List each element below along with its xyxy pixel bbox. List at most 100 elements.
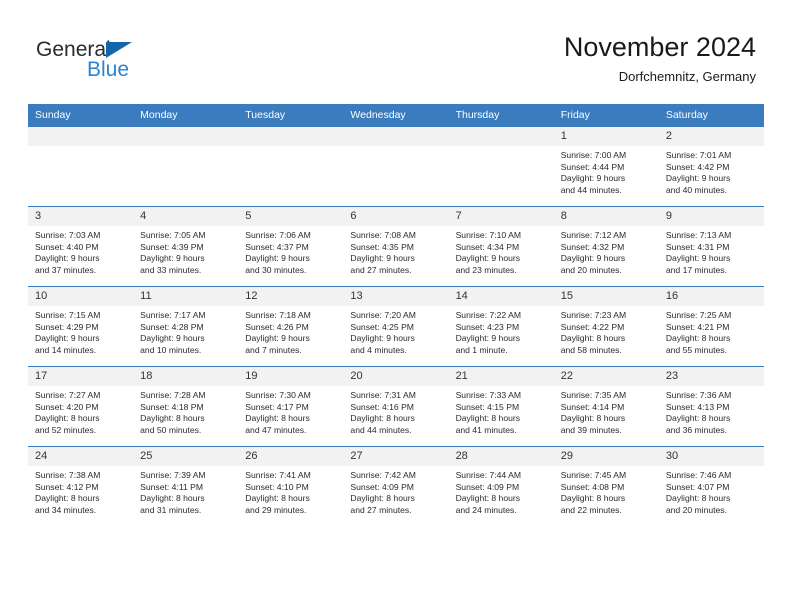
calendar-day-cell-inner: 8 Sunrise: 7:12 AM Sunset: 4:32 PM Daylight… <box>553 207 659 286</box>
day-details: Sunrise: 7:06 AM Sunset: 4:37 PM Daylight:… <box>238 226 343 276</box>
daylight-text: and 36 minutes. <box>665 424 727 435</box>
calendar-day-cell[interactable]: 18 Sunrise: 7:28 AM Sunset: 4:18 PM Dayligh… <box>133 366 239 447</box>
calendar-day-cell[interactable]: 12 Sunrise: 7:18 AM Sunset: 4:26 PM Dayligh… <box>238 286 344 367</box>
day-details: Sunrise: 7:36 AM Sunset: 4:13 PM Daylight:… <box>659 386 764 436</box>
day-details: Sunrise: 7:00 AM Sunset: 4:44 PM Daylight:… <box>554 146 659 196</box>
calendar-page: General Blue November 2024 Dorfchemnitz,… <box>0 0 792 612</box>
sunrise-text: Sunrise: 7:23 AM <box>560 310 627 320</box>
calendar-day-cell[interactable]: 23 Sunrise: 7:36 AM Sunset: 4:13 PM Dayligh… <box>658 366 764 447</box>
sunset-text: Sunset: 4:10 PM <box>245 481 309 492</box>
daylight-text: and 4 minutes. <box>350 344 407 355</box>
day-details: Sunrise: 7:25 AM Sunset: 4:21 PM Daylight:… <box>659 306 764 356</box>
daylight-text: and 47 minutes. <box>245 424 307 435</box>
sunset-text: Sunset: 4:42 PM <box>665 161 730 172</box>
sunrise-text: Sunrise: 7:35 AM <box>560 390 627 400</box>
sunset-text: Sunset: 4:08 PM <box>560 481 625 492</box>
sunset-text: Sunset: 4:18 PM <box>140 401 204 412</box>
day-number: 24 <box>28 447 134 466</box>
day-details: Sunrise: 7:33 AM Sunset: 4:15 PM Daylight:… <box>449 386 554 436</box>
day-number: 19 <box>238 367 344 386</box>
calendar-day-cell[interactable]: 24 Sunrise: 7:38 AM Sunset: 4:12 PM Dayligh… <box>28 446 134 526</box>
calendar-day-cell-inner: 12 Sunrise: 7:18 AM Sunset: 4:26 PM Dayligh… <box>238 287 344 366</box>
sunrise-text: Sunrise: 7:31 AM <box>350 390 416 400</box>
calendar-day-cell[interactable]: 7 Sunrise: 7:10 AM Sunset: 4:34 PM Daylight… <box>448 206 554 287</box>
day-details: Sunrise: 7:35 AM Sunset: 4:14 PM Daylight:… <box>554 386 659 436</box>
calendar-day-cell-empty <box>343 126 449 207</box>
calendar-day-cell[interactable]: 17 Sunrise: 7:27 AM Sunset: 4:20 PM Dayligh… <box>28 366 134 447</box>
calendar-day-cell[interactable]: 9 Sunrise: 7:13 AM Sunset: 4:31 PM Daylight… <box>658 206 764 287</box>
daylight-text: and 34 minutes. <box>35 504 97 515</box>
daylight-text: and 17 minutes. <box>665 264 727 275</box>
day-number: 6 <box>343 207 449 226</box>
calendar-day-cell[interactable]: 11 Sunrise: 7:17 AM Sunset: 4:28 PM Dayligh… <box>133 286 239 367</box>
calendar-day-cell[interactable]: 14 Sunrise: 7:22 AM Sunset: 4:23 PM Dayligh… <box>448 286 554 367</box>
daylight-text: and 55 minutes. <box>665 344 727 355</box>
daylight-text: Daylight: 8 hours <box>350 493 415 504</box>
day-number: 20 <box>343 367 449 386</box>
calendar-day-cell[interactable]: 28 Sunrise: 7:44 AM Sunset: 4:09 PM Dayligh… <box>448 446 554 526</box>
sunset-text: Sunset: 4:37 PM <box>245 241 309 252</box>
calendar-day-cell[interactable]: 6 Sunrise: 7:08 AM Sunset: 4:35 PM Daylight… <box>343 206 449 287</box>
day-details: Sunrise: 7:10 AM Sunset: 4:34 PM Daylight:… <box>449 226 554 276</box>
daylight-text: Daylight: 8 hours <box>665 413 731 424</box>
calendar-day-cell-inner: 14 Sunrise: 7:22 AM Sunset: 4:23 PM Dayligh… <box>448 287 554 366</box>
sunrise-text: Sunrise: 7:06 AM <box>245 230 311 240</box>
daylight-text: Daylight: 8 hours <box>140 493 205 504</box>
generalblue-logo[interactable]: General Blue <box>36 38 196 88</box>
calendar-day-cell[interactable]: 3 Sunrise: 7:03 AM Sunset: 4:40 PM Daylight… <box>28 206 134 287</box>
title-block: November 2024 Dorfchemnitz, Germany <box>276 30 756 87</box>
sunrise-text: Sunrise: 7:10 AM <box>455 230 522 240</box>
calendar-day-cell[interactable]: 2 Sunrise: 7:01 AM Sunset: 4:42 PM Daylight… <box>658 126 764 207</box>
page-subtitle: Dorfchemnitz, Germany <box>618 69 756 84</box>
calendar-day-cell-inner: 15 Sunrise: 7:23 AM Sunset: 4:22 PM Dayligh… <box>553 287 659 366</box>
day-details: Sunrise: 7:05 AM Sunset: 4:39 PM Daylight:… <box>133 226 238 276</box>
daylight-text: Daylight: 9 hours <box>140 253 205 264</box>
calendar-day-cell[interactable]: 29 Sunrise: 7:45 AM Sunset: 4:08 PM Dayligh… <box>553 446 659 526</box>
weekday-header-friday: Friday <box>553 104 659 127</box>
sunset-text: Sunset: 4:20 PM <box>35 401 99 412</box>
daylight-text: Daylight: 8 hours <box>245 493 310 504</box>
calendar-day-cell[interactable]: 21 Sunrise: 7:33 AM Sunset: 4:15 PM Dayligh… <box>448 366 554 447</box>
daylight-text: and 1 minute. <box>455 344 508 355</box>
sunset-text: Sunset: 4:28 PM <box>140 321 204 332</box>
calendar-day-cell-inner: 18 Sunrise: 7:28 AM Sunset: 4:18 PM Dayligh… <box>133 367 239 446</box>
calendar-day-cell[interactable]: 1 Sunrise: 7:00 AM Sunset: 4:44 PM Daylight… <box>553 126 659 207</box>
calendar-day-cell[interactable]: 19 Sunrise: 7:30 AM Sunset: 4:17 PM Dayligh… <box>238 366 344 447</box>
calendar-day-cell-inner: 9 Sunrise: 7:13 AM Sunset: 4:31 PM Daylight… <box>658 207 764 286</box>
sunrise-text: Sunrise: 7:00 AM <box>560 150 627 160</box>
daylight-text: and 29 minutes. <box>245 504 307 515</box>
day-details: Sunrise: 7:45 AM Sunset: 4:08 PM Daylight:… <box>554 466 659 516</box>
weekday-header-sunday: Sunday <box>28 104 134 127</box>
calendar-day-cell-inner: 20 Sunrise: 7:31 AM Sunset: 4:16 PM Dayligh… <box>343 367 449 446</box>
daylight-text: and 20 minutes. <box>665 504 727 515</box>
calendar-day-cell-inner: 13 Sunrise: 7:20 AM Sunset: 4:25 PM Dayligh… <box>343 287 449 366</box>
calendar-day-cell-inner <box>448 127 554 206</box>
sunset-text: Sunset: 4:21 PM <box>665 321 730 332</box>
calendar-day-cell[interactable]: 8 Sunrise: 7:12 AM Sunset: 4:32 PM Daylight… <box>553 206 659 287</box>
day-details <box>28 146 133 150</box>
daylight-text: and 24 minutes. <box>455 504 517 515</box>
calendar-day-cell[interactable]: 10 Sunrise: 7:15 AM Sunset: 4:29 PM Dayligh… <box>28 286 134 367</box>
calendar-day-cell[interactable]: 25 Sunrise: 7:39 AM Sunset: 4:11 PM Dayligh… <box>133 446 239 526</box>
sunset-text: Sunset: 4:17 PM <box>245 401 309 412</box>
sunset-text: Sunset: 4:29 PM <box>35 321 99 332</box>
daylight-text: Daylight: 9 hours <box>245 333 310 344</box>
calendar-week-row: 24 Sunrise: 7:38 AM Sunset: 4:12 PM Dayligh… <box>28 446 764 526</box>
daylight-text: Daylight: 9 hours <box>245 253 310 264</box>
weekday-header-monday: Monday <box>133 104 239 127</box>
sunset-text: Sunset: 4:25 PM <box>350 321 414 332</box>
calendar-day-cell[interactable]: 26 Sunrise: 7:41 AM Sunset: 4:10 PM Dayligh… <box>238 446 344 526</box>
calendar-day-cell[interactable]: 13 Sunrise: 7:20 AM Sunset: 4:25 PM Dayligh… <box>343 286 449 367</box>
calendar-day-cell[interactable]: 27 Sunrise: 7:42 AM Sunset: 4:09 PM Dayligh… <box>343 446 449 526</box>
day-details: Sunrise: 7:22 AM Sunset: 4:23 PM Daylight:… <box>449 306 554 356</box>
daylight-text: and 52 minutes. <box>35 424 97 435</box>
calendar-day-cell[interactable]: 22 Sunrise: 7:35 AM Sunset: 4:14 PM Dayligh… <box>553 366 659 447</box>
calendar-day-cell[interactable]: 15 Sunrise: 7:23 AM Sunset: 4:22 PM Dayligh… <box>553 286 659 367</box>
calendar-day-cell[interactable]: 5 Sunrise: 7:06 AM Sunset: 4:37 PM Daylight… <box>238 206 344 287</box>
calendar-day-cell[interactable]: 4 Sunrise: 7:05 AM Sunset: 4:39 PM Daylight… <box>133 206 239 287</box>
calendar-day-cell[interactable]: 16 Sunrise: 7:25 AM Sunset: 4:21 PM Dayligh… <box>658 286 764 367</box>
day-number: 16 <box>658 287 764 306</box>
calendar-day-cell[interactable]: 20 Sunrise: 7:31 AM Sunset: 4:16 PM Dayligh… <box>343 366 449 447</box>
calendar-day-cell[interactable]: 30 Sunrise: 7:46 AM Sunset: 4:07 PM Dayligh… <box>658 446 764 526</box>
daylight-text: and 14 minutes. <box>35 344 97 355</box>
